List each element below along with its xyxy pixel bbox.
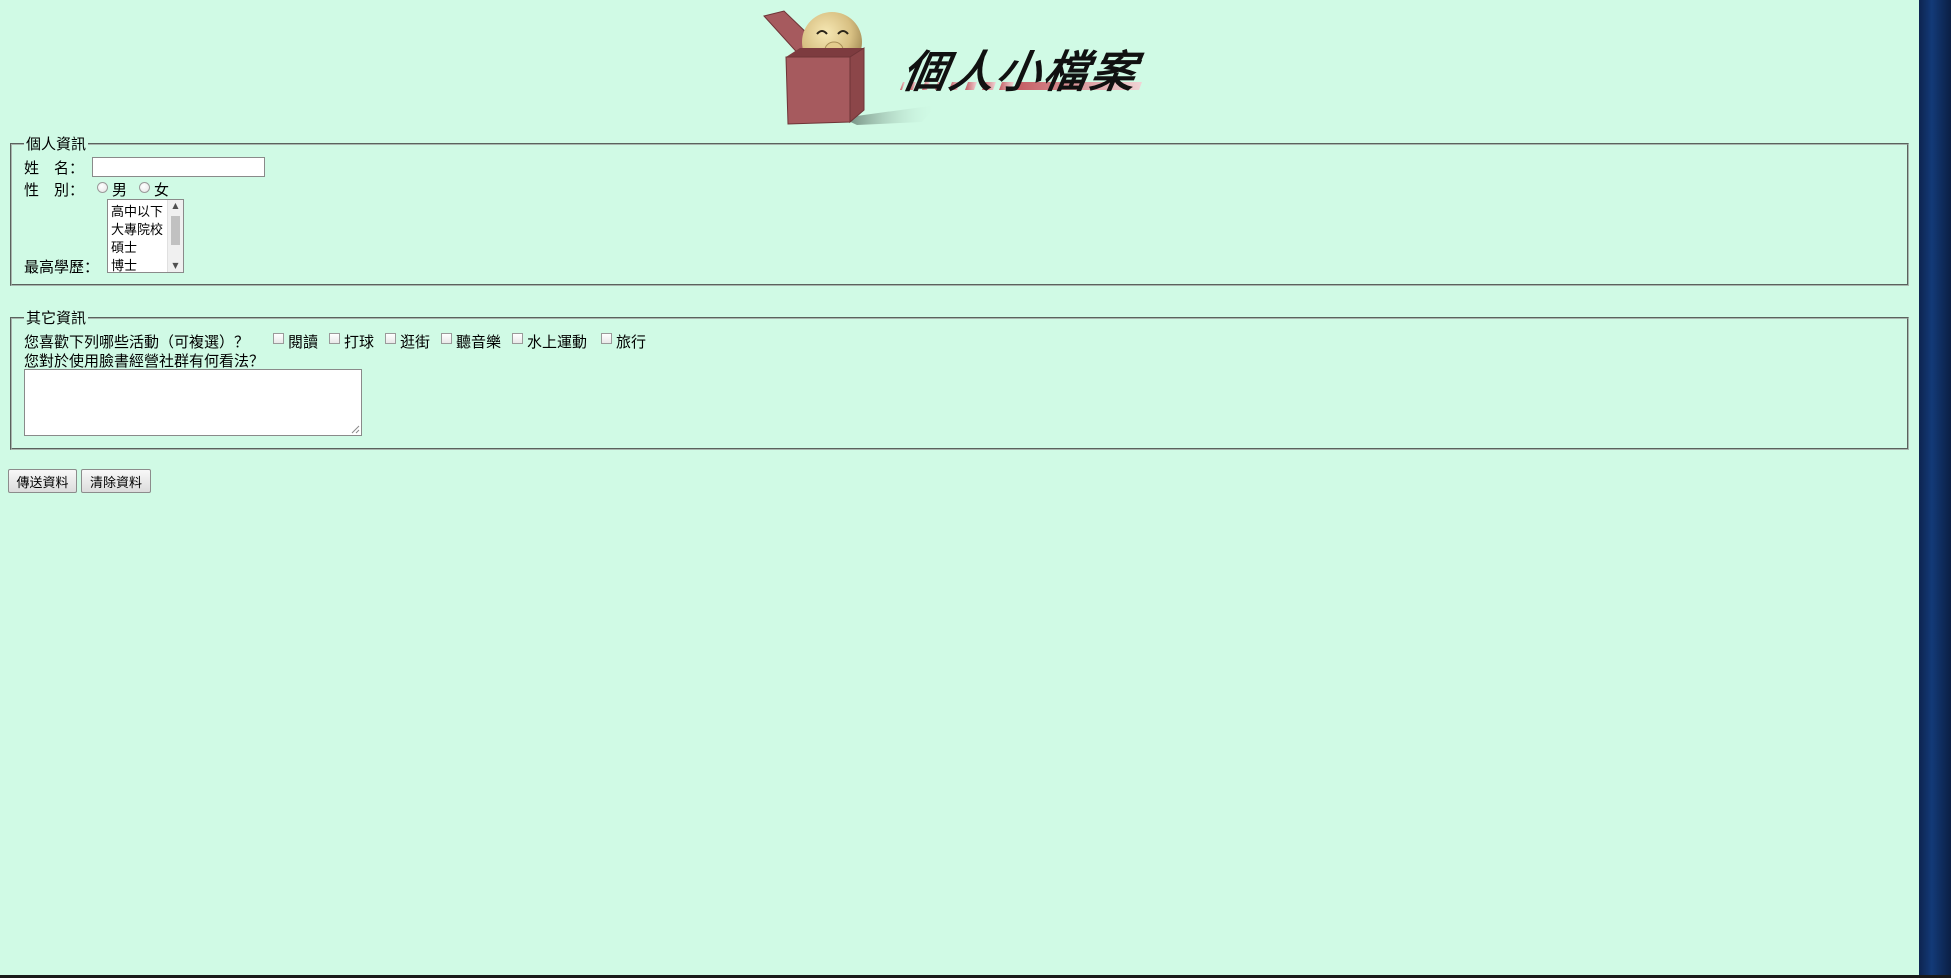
activity-music-checkbox[interactable]	[441, 333, 452, 344]
opinion-textarea[interactable]	[24, 369, 362, 436]
activity-ball-checkbox[interactable]	[329, 333, 340, 344]
education-label: 最高學歷：	[24, 258, 100, 276]
gender-label: 性 別：	[24, 181, 85, 199]
logo-title: 個人小檔案	[898, 47, 1143, 98]
scroll-down-arrow-icon[interactable]: ▼	[168, 260, 183, 272]
activity-reading-checkbox[interactable]	[273, 333, 284, 344]
activity-watersports-checkbox[interactable]	[512, 333, 523, 344]
activity-label: 逛街	[400, 333, 431, 351]
activity-label: 旅行	[616, 333, 647, 351]
education-option[interactable]: 博士	[111, 255, 137, 272]
gender-female-label: 女	[154, 181, 170, 199]
desktop-background-edge	[1919, 0, 1951, 978]
gender-male-label: 男	[112, 181, 128, 199]
browser-viewport: 個人小檔案 個人資訊 姓 名： 性 別： 男 女 最高學歷： 高中以下 大專院校…	[0, 0, 1919, 975]
resize-grip-icon[interactable]	[351, 425, 360, 434]
education-option[interactable]: 高中以下	[111, 201, 163, 220]
reset-button[interactable]: 清除資料	[81, 469, 151, 493]
personal-info-legend: 個人資訊	[26, 135, 87, 153]
personal-info-fieldset: 個人資訊	[10, 133, 1909, 286]
name-input[interactable]	[92, 157, 265, 177]
gender-male-radio[interactable]	[97, 182, 108, 193]
activity-travel-checkbox[interactable]	[601, 333, 612, 344]
activity-shopping-checkbox[interactable]	[385, 333, 396, 344]
activity-label: 聽音樂	[456, 333, 502, 351]
education-option[interactable]: 碩士	[111, 237, 137, 256]
gender-female-radio[interactable]	[139, 182, 150, 193]
listbox-scrollbar[interactable]: ▲ ▼	[167, 200, 183, 272]
activity-label: 打球	[344, 333, 375, 351]
education-option[interactable]: 大專院校	[111, 219, 163, 238]
education-listbox[interactable]: 高中以下 大專院校 碩士 博士 ▲ ▼	[107, 199, 184, 273]
opinion-question: 您對於使用臉書經營社群有何看法？	[24, 352, 265, 370]
name-label: 姓 名：	[24, 159, 85, 177]
activity-label: 閱讀	[288, 333, 319, 351]
header-logo: 個人小檔案	[762, 10, 1162, 125]
other-info-legend: 其它資訊	[26, 309, 87, 327]
submit-button[interactable]: 傳送資料	[8, 469, 77, 493]
activity-label: 水上運動	[527, 333, 588, 351]
scroll-thumb[interactable]	[171, 216, 180, 245]
activities-question: 您喜歡下列哪些活動（可複選）？	[24, 333, 250, 351]
scroll-up-arrow-icon[interactable]: ▲	[168, 200, 183, 212]
